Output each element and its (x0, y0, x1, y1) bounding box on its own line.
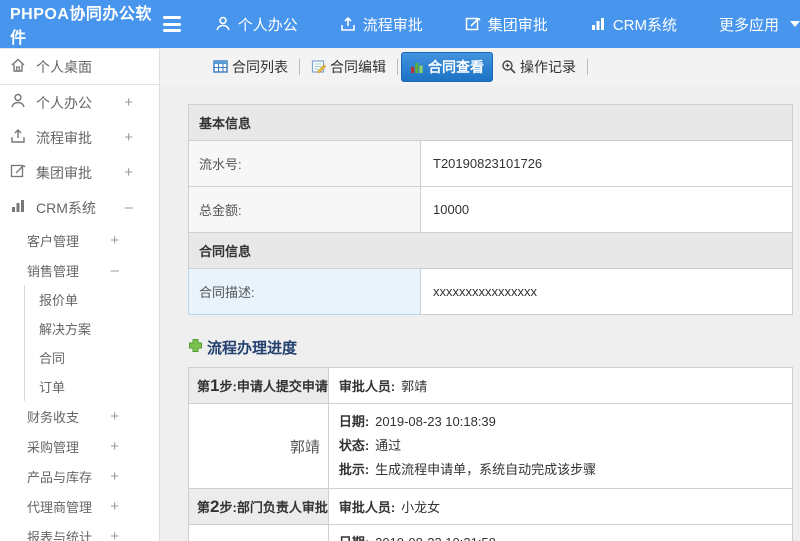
step-approver: 审批人员: 郭靖 (327, 367, 794, 404)
step-status: 通过 (375, 438, 402, 453)
expand-plus-icon[interactable]: + (124, 164, 159, 181)
tab-contract-view[interactable]: 合同查看 (401, 51, 493, 82)
sidebar-item-quotation[interactable]: 报价单 (25, 285, 159, 314)
user-icon (10, 93, 26, 112)
sidebar: 个人桌面 个人办公 + 流程审批 + 集团审批 + CRM系统 – 客户管理 +… (0, 48, 160, 541)
step-label: 第1步:申请人提交申请 (188, 367, 329, 404)
step-remark: 生成流程申请单，系统自动完成该步骤 (375, 462, 597, 477)
sidebar-item-customer-mgmt[interactable]: 客户管理 + (0, 225, 159, 255)
step-detail: 日期: 2019-08-23 10:18:39 状态: 通过 批示: 生成流程申请单，… (327, 403, 794, 489)
section-header-contract-info: 合同信息 (188, 232, 793, 269)
field-label-serial: 流水号: (188, 140, 421, 187)
main-area: 合同列表 合同编辑 合同查看 操作记录 基本信息 流水号: T201908231… (160, 48, 800, 541)
top-nav: 个人办公 流程审批 集团审批 CRM系统 更多应用 (215, 14, 800, 35)
nav-item-group-approval[interactable]: 集团审批 (465, 14, 548, 35)
tab-contract-list[interactable]: 合同列表 (205, 53, 296, 81)
field-value-description: xxxxxxxxxxxxxxxx (420, 268, 793, 315)
approver-name: 郭靖 (188, 403, 329, 489)
expand-plus-icon[interactable]: + (110, 498, 159, 515)
sidebar-item-solution[interactable]: 解决方案 (25, 314, 159, 343)
nav-item-crm[interactable]: CRM系统 (590, 14, 677, 35)
workflow-icon (340, 16, 356, 32)
sidebar-item-finance[interactable]: 财务收支 + (0, 401, 159, 431)
collapse-minus-icon[interactable]: – (125, 199, 159, 216)
contract-view-panel: 基本信息 流水号: T20190823101726 总金额: 10000 合同信… (160, 85, 800, 541)
sales-submenu: 报价单 解决方案 合同 订单 (24, 285, 159, 401)
plus-icon (188, 338, 203, 357)
approver-name: 小龙女 (188, 524, 329, 541)
sidebar-item-order[interactable]: 订单 (25, 372, 159, 401)
sidebar-item-group-approval[interactable]: 集团审批 + (0, 155, 159, 190)
home-icon (10, 57, 26, 76)
sidebar-item-crm[interactable]: CRM系统 – (0, 190, 159, 225)
expand-plus-icon[interactable]: + (110, 468, 159, 485)
nav-item-personal-office[interactable]: 个人办公 (215, 14, 298, 35)
sidebar-item-purchase[interactable]: 采购管理 + (0, 431, 159, 461)
top-header: PHPOA协同办公软件 个人办公 流程审批 集团审批 CRM系统 更多应用 (0, 0, 800, 48)
table-row: 第1步:申请人提交申请 审批人员: 郭靖 (188, 367, 794, 404)
table-row: 流水号: T20190823101726 (188, 140, 793, 187)
section-header-basic-info: 基本信息 (188, 104, 793, 141)
sidebar-item-agent-mgmt[interactable]: 代理商管理 + (0, 491, 159, 521)
step-approver: 审批人员: 小龙女 (327, 488, 794, 525)
field-label-description: 合同描述: (188, 268, 421, 315)
chart-icon (10, 198, 26, 217)
field-value-serial: T20190823101726 (420, 140, 793, 187)
zoom-icon (501, 59, 516, 74)
step-date: 2019-08-23 10:18:39 (375, 414, 496, 429)
workflow-icon (10, 128, 26, 147)
sidebar-item-personal-office[interactable]: 个人办公 + (0, 85, 159, 120)
sidebar-item-sales-mgmt[interactable]: 销售管理 – (0, 255, 159, 285)
contract-info-table: 基本信息 流水号: T20190823101726 总金额: 10000 合同信… (188, 104, 793, 315)
field-value-total-amount: 10000 (420, 186, 793, 233)
edit-icon (10, 163, 26, 182)
step-date: 2019-08-23 10:21:58 (375, 535, 496, 541)
sidebar-item-personal-desktop[interactable]: 个人桌面 (0, 49, 159, 85)
edit-doc-icon (311, 59, 326, 74)
expand-plus-icon[interactable]: + (110, 232, 159, 249)
collapse-minus-icon[interactable]: – (111, 262, 159, 279)
table-row: 郭靖 日期: 2019-08-23 10:18:39 状态: 通过 批示: 生成流程申… (188, 403, 794, 489)
chart-icon (590, 16, 606, 32)
view-icon (410, 60, 424, 74)
tab-contract-edit[interactable]: 合同编辑 (303, 53, 394, 81)
tab-strip: 合同列表 合同编辑 合同查看 操作记录 (160, 48, 800, 85)
table-icon (213, 59, 228, 74)
expand-plus-icon[interactable]: + (110, 438, 159, 455)
app-logo: PHPOA协同办公软件 (10, 6, 152, 47)
step-detail: 日期:2019-08-23 10:21:58 状态:通过 批示:通过 (327, 524, 794, 541)
step-label: 第2步:部门负责人审批 (188, 488, 329, 525)
field-label-total-amount: 总金额: (188, 186, 421, 233)
table-row: 小龙女 日期:2019-08-23 10:21:58 状态:通过 批示:通过 (188, 524, 794, 541)
expand-plus-icon[interactable]: + (124, 129, 159, 146)
edit-icon (465, 16, 481, 32)
user-icon (215, 16, 231, 32)
sidebar-item-reports[interactable]: 报表与统计 + (0, 521, 159, 541)
sidebar-item-workflow-approval[interactable]: 流程审批 + (0, 120, 159, 155)
expand-plus-icon[interactable]: + (124, 94, 159, 111)
table-row: 总金额: 10000 (188, 186, 793, 233)
expand-plus-icon[interactable]: + (110, 528, 159, 541)
tab-separator (587, 58, 588, 75)
process-steps-table: 第1步:申请人提交申请 审批人员: 郭靖 郭靖 日期: 2019-08-23 10:… (188, 367, 794, 541)
sidebar-item-contract[interactable]: 合同 (25, 343, 159, 372)
tab-separator (397, 58, 398, 75)
tab-operation-log[interactable]: 操作记录 (493, 53, 584, 81)
hamburger-menu-icon[interactable] (162, 16, 181, 32)
tab-separator (299, 58, 300, 75)
sidebar-item-product-inventory[interactable]: 产品与库存 + (0, 461, 159, 491)
caret-down-icon (790, 21, 800, 27)
nav-item-more-apps[interactable]: 更多应用 (719, 14, 800, 35)
nav-item-workflow-approval[interactable]: 流程审批 (340, 14, 423, 35)
table-row: 第2步:部门负责人审批 审批人员: 小龙女 (188, 488, 794, 525)
table-row: 合同描述: xxxxxxxxxxxxxxxx (188, 268, 793, 315)
process-progress-title: 流程办理进度 (188, 337, 793, 358)
expand-plus-icon[interactable]: + (110, 408, 159, 425)
